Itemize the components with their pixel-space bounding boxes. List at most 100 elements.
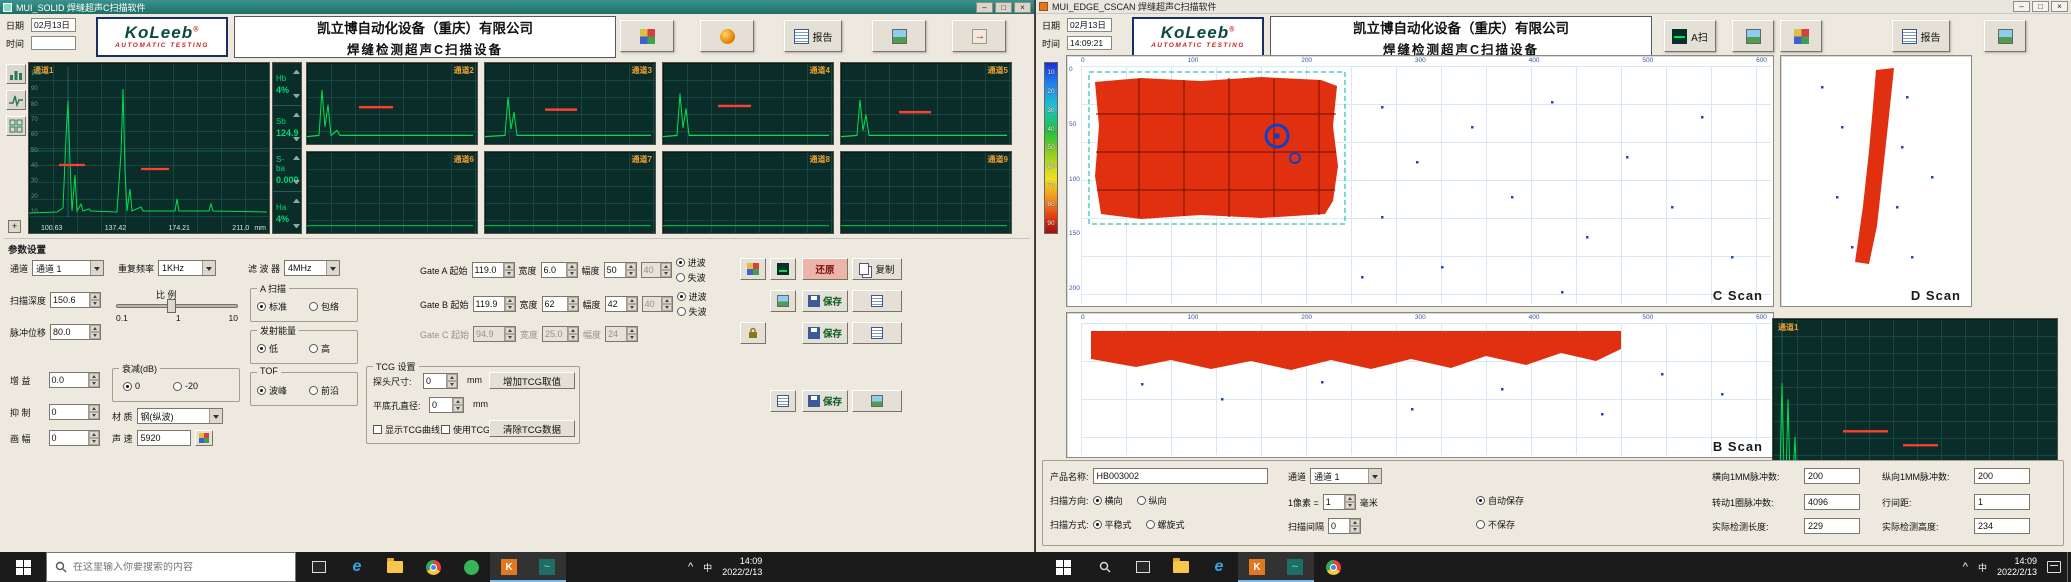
layout-button[interactable]: [740, 258, 766, 280]
rotation-pulse-input[interactable]: 4096: [1804, 494, 1860, 510]
gate-a-amp-input[interactable]: 50: [604, 262, 637, 278]
image-view-button-1[interactable]: [1732, 20, 1774, 52]
bar-view-button[interactable]: [6, 64, 26, 84]
tcg-use-checkbox[interactable]: 使用TCG: [441, 423, 490, 436]
taskbar-icon-koleeb-cscan-2[interactable]: [1276, 552, 1314, 582]
report-button[interactable]: 报告: [784, 20, 842, 52]
export-gate-button[interactable]: [852, 322, 902, 344]
filter-select[interactable]: 4MHz: [284, 260, 340, 276]
ascan-standard-radio[interactable]: 标准: [257, 300, 287, 313]
dscan-display[interactable]: D Scan: [1780, 55, 1972, 307]
report-button[interactable]: 报告: [1892, 20, 1950, 52]
restore-button[interactable]: 还原: [802, 258, 848, 280]
taskbar-icon-koleeb-scan-2[interactable]: [1238, 552, 1276, 582]
taskbar-clock[interactable]: 14:092022/2/13: [1997, 556, 2037, 579]
taskbar-search[interactable]: [46, 552, 296, 582]
gallery-button[interactable]: [872, 20, 926, 52]
gate-a-width-input[interactable]: 6.0: [541, 262, 578, 278]
mode-spiral-radio[interactable]: 螺旋式: [1146, 518, 1185, 531]
save-none-radio[interactable]: 不保存: [1476, 518, 1515, 531]
image-view-button-2[interactable]: [1780, 20, 1822, 52]
atten-0-radio[interactable]: 0: [123, 381, 140, 391]
save-tcg-button[interactable]: 保存: [802, 390, 848, 412]
tcg-file-button[interactable]: [770, 390, 796, 412]
gate-b-width-input[interactable]: 62: [542, 296, 579, 312]
channel-tile[interactable]: 通道2: [306, 62, 478, 145]
curve-button[interactable]: [770, 258, 796, 280]
h-pulse-input[interactable]: 200: [1804, 468, 1860, 484]
frame-input[interactable]: 0: [49, 430, 100, 446]
save-gate-button[interactable]: 保存: [802, 322, 848, 344]
channel-tile[interactable]: 通道5: [840, 62, 1012, 145]
search-button-2[interactable]: [1086, 552, 1124, 582]
row-gap-input[interactable]: 1: [1974, 494, 2030, 510]
wave-view-button[interactable]: [6, 90, 26, 110]
gate-b-amp-input[interactable]: 42: [605, 296, 638, 312]
tcg-clear-button[interactable]: 清除TCG数据: [489, 420, 575, 437]
snapshot-button[interactable]: [700, 20, 754, 52]
probe-button[interactable]: [770, 290, 796, 312]
channel-tile[interactable]: 通道3: [484, 62, 656, 145]
velocity-input[interactable]: 5920: [137, 430, 191, 446]
search-input[interactable]: [73, 562, 287, 573]
tray-chevron-icon[interactable]: [688, 561, 693, 573]
expand-button[interactable]: [8, 220, 21, 233]
tof-edge-radio[interactable]: 前沿: [309, 384, 339, 397]
gate-b-wave-in-radio[interactable]: 进波: [677, 290, 707, 303]
pulse-shift-input[interactable]: 80.0: [50, 324, 101, 340]
tof-peak-radio[interactable]: 波峰: [257, 384, 287, 397]
save-params-button[interactable]: 保存: [802, 290, 848, 312]
taskbar-icon-chat[interactable]: [452, 552, 490, 582]
layout-view-button[interactable]: [6, 116, 26, 136]
channel-select[interactable]: 通道 1: [1310, 468, 1382, 484]
tray-chevron-icon[interactable]: [1963, 561, 1968, 573]
energy-low-radio[interactable]: 低: [257, 342, 278, 355]
channel-tile[interactable]: 通道6: [306, 151, 478, 234]
start-button-2[interactable]: [1040, 552, 1086, 582]
prf-select[interactable]: 1KHz: [158, 260, 216, 276]
minimize-button[interactable]: [976, 2, 993, 13]
reject-input[interactable]: 0: [49, 404, 100, 420]
bscan-display[interactable]: 0100200300400500600 B Scan: [1066, 312, 1774, 458]
taskbar-icon-chrome-2[interactable]: [1314, 552, 1352, 582]
velocity-calc-button[interactable]: [195, 430, 213, 446]
exit-button[interactable]: [952, 20, 1006, 52]
taskbar-icon-koleeb-cscan[interactable]: [528, 552, 566, 582]
gate-a-wave-out-radio[interactable]: 失波: [676, 271, 706, 284]
lock-button[interactable]: [740, 322, 766, 344]
gate-a-wave-in-radio[interactable]: 进波: [676, 256, 706, 269]
save-auto-radio[interactable]: 自动保存: [1476, 494, 1524, 507]
ime-indicator[interactable]: 中: [1978, 561, 1987, 574]
ascan-envelope-radio[interactable]: 包络: [309, 300, 339, 313]
energy-high-radio[interactable]: 高: [309, 342, 330, 355]
measure-adjust-arrows[interactable]: [293, 156, 300, 184]
task-view-button[interactable]: [300, 552, 338, 582]
taskbar-icon-explorer[interactable]: [376, 552, 414, 582]
channel-tile[interactable]: 通道9: [840, 151, 1012, 234]
show-desktop-button[interactable]: [2067, 552, 2071, 582]
scan-interval-input[interactable]: 0: [1328, 518, 1361, 534]
display-config-button[interactable]: [620, 20, 674, 52]
ascan-view-button[interactable]: A扫: [1664, 20, 1716, 52]
taskbar-icon-chrome[interactable]: [414, 552, 452, 582]
start-button[interactable]: [0, 552, 46, 582]
tcg-show-curve-checkbox[interactable]: 显示TCG曲线: [373, 423, 440, 436]
measure-adjust-arrows[interactable]: [293, 70, 300, 98]
print-button[interactable]: [1984, 20, 2026, 52]
channel-select[interactable]: 通道 1: [32, 260, 104, 276]
task-view-button-2[interactable]: [1124, 552, 1162, 582]
pixel-input[interactable]: 1: [1323, 494, 1356, 510]
taskbar-icon-edge-2[interactable]: [1200, 552, 1238, 582]
product-input[interactable]: HB003002: [1093, 468, 1268, 484]
scale-slider-thumb[interactable]: [167, 299, 176, 313]
close-button[interactable]: [2051, 1, 2068, 12]
gate-b-start-input[interactable]: 119.9: [473, 296, 516, 312]
minimize-button[interactable]: [2013, 1, 2030, 12]
v-pulse-input[interactable]: 200: [1974, 468, 2030, 484]
ascan-display[interactable]: 通道1 100908070605040302010 100.63137.4217…: [28, 62, 270, 234]
direction-horizontal-radio[interactable]: 横向: [1093, 494, 1123, 507]
measure-adjust-arrows[interactable]: [293, 199, 300, 228]
direction-vertical-radio[interactable]: 纵向: [1137, 494, 1167, 507]
copy-button[interactable]: 复制: [852, 258, 902, 280]
channel-tile[interactable]: 通道4: [662, 62, 834, 145]
